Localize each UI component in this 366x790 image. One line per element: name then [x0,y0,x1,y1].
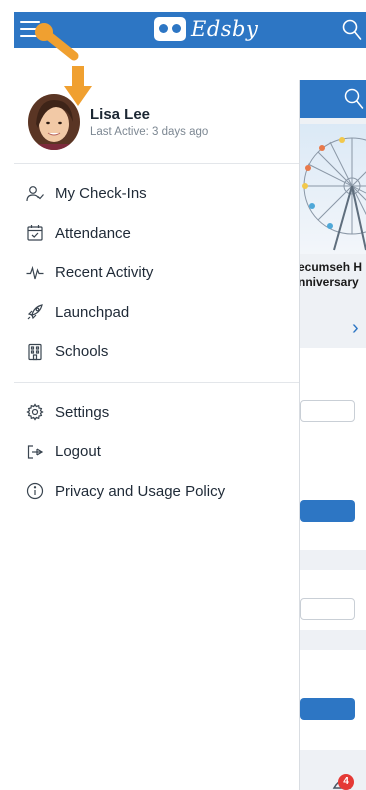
secondary-menu: Settings Logout Privacy and Usage Policy [14,383,299,512]
background-button[interactable] [300,500,355,522]
info-icon [25,481,45,501]
menu-item-my-check-ins[interactable]: My Check-Ins [14,174,299,214]
person-check-icon [25,184,45,204]
chevron-right-icon[interactable]: › [352,317,359,340]
menu-label: Logout [55,443,101,461]
hamburger-menu-icon[interactable] [20,21,40,39]
menu-item-attendance[interactable]: Attendance [14,214,299,254]
background-card [300,650,366,750]
menu-label: Launchpad [55,303,130,321]
background-search-icon[interactable] [344,88,364,110]
menu-label: Settings [55,403,110,421]
background-page: ecumseh H nniversary › 4 [300,80,366,790]
notification-badge: 4 [338,774,354,790]
owl-logo-icon [154,17,186,41]
primary-menu: My Check-Ins Attendance Recent Activity [14,164,299,383]
user-profile[interactable]: Lisa Lee Last Active: 3 days ago [14,80,299,164]
navigation-drawer: Lisa Lee Last Active: 3 days ago My Chec… [14,80,300,790]
menu-item-launchpad[interactable]: Launchpad [14,293,299,333]
logout-icon [25,442,45,462]
last-active-status: Last Active: 3 days ago [90,126,209,138]
menu-label: Schools [55,343,109,361]
ferris-wheel-image[interactable] [300,124,366,254]
background-input[interactable] [300,598,355,620]
menu-label: Attendance [55,224,131,242]
background-card [300,570,366,630]
background-card [300,460,366,550]
menu-item-logout[interactable]: Logout [14,432,299,472]
calendar-check-icon [25,223,45,243]
app-bar: Edsby [14,12,366,48]
menu-item-recent-activity[interactable]: Recent Activity [14,253,299,293]
menu-label: Privacy and Usage Policy [55,482,226,500]
background-input[interactable] [300,400,355,422]
background-toolbar [300,80,366,118]
user-name: Lisa Lee [90,106,151,123]
user-photo [28,94,80,150]
app-logo: Edsby [154,17,258,41]
ferris-wheel-icon [302,137,366,251]
menu-item-privacy-policy[interactable]: Privacy and Usage Policy [14,472,299,512]
news-caption[interactable]: ecumseh H nniversary [300,260,362,290]
rocket-icon [25,302,45,322]
app-name: Edsby [191,17,259,41]
app-header: Edsby [0,0,366,52]
background-button[interactable] [300,698,355,720]
menu-label: My Check-Ins [55,185,147,203]
gear-icon [25,402,45,422]
search-icon[interactable] [342,19,362,41]
menu-item-schools[interactable]: Schools [14,332,299,372]
pulse-icon [25,263,45,283]
menu-item-settings[interactable]: Settings [14,393,299,433]
avatar[interactable] [28,94,80,150]
menu-label: Recent Activity [55,264,154,282]
building-icon [25,342,45,362]
